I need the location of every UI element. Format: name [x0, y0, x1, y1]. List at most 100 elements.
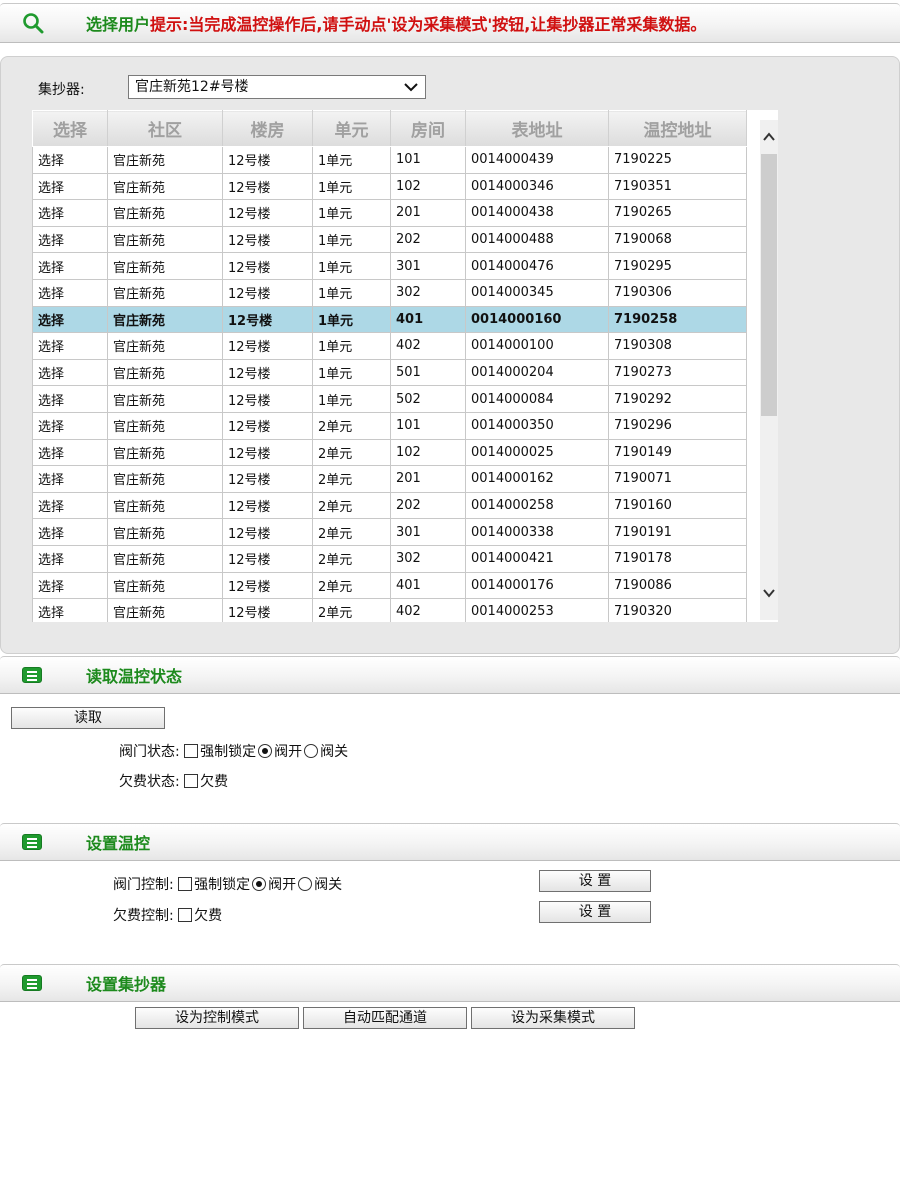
cell-building: 12号楼 [222, 598, 313, 622]
valve-status-option-closed[interactable]: 阀关 [304, 741, 348, 761]
table-row[interactable]: 选择 官庄新苑 12号楼 1单元 101 0014000439 7190225 [32, 146, 747, 174]
closed-radio[interactable] [304, 744, 319, 758]
table-row[interactable]: 选择 官庄新苑 12号楼 1单元 102 0014000346 7190351 [32, 173, 747, 201]
table-row[interactable]: 选择 官庄新苑 12号楼 2单元 301 0014000338 7190191 [32, 518, 747, 546]
table-row[interactable]: 选择 官庄新苑 12号楼 2单元 302 0014000421 7190178 [32, 545, 747, 573]
table-row[interactable]: 选择 官庄新苑 12号楼 1单元 401 0014000160 7190258 [32, 306, 747, 334]
cell-meter-address: 0014000345 [465, 279, 609, 307]
table-row[interactable]: 选择 官庄新苑 12号楼 2单元 202 0014000258 7190160 [32, 492, 747, 520]
cell-thermostat-address: 7190292 [608, 385, 747, 413]
valve-control-option-closed[interactable]: 阀关 [298, 874, 342, 894]
arrears-status-option[interactable]: 欠费 [184, 771, 228, 791]
table-scrollbar[interactable] [760, 120, 778, 620]
table-row[interactable]: 选择 官庄新苑 12号楼 1单元 501 0014000204 7190273 [32, 359, 747, 387]
table-row[interactable]: 选择 官庄新苑 12号楼 2单元 402 0014000253 7190320 [32, 598, 747, 622]
column-header-building[interactable]: 楼房 [222, 110, 313, 147]
open-label: 阀开 [268, 877, 297, 893]
column-header-unit[interactable]: 单元 [312, 110, 391, 147]
select-link[interactable]: 选择 [32, 332, 108, 360]
table-row[interactable]: 选择 官庄新苑 12号楼 1单元 502 0014000084 7190292 [32, 385, 747, 413]
set-valve-button[interactable]: 设 置 [539, 870, 651, 892]
header-title: 选择用户提示:当完成温控操作后,请手动点'设为采集模式'按钮,让集抄器正常采集数… [86, 11, 706, 35]
cell-thermostat-address: 7190225 [608, 146, 747, 174]
arrears-label: 欠费 [194, 908, 223, 924]
column-header-select[interactable]: 选择 [32, 110, 108, 147]
auto-match-channel-button[interactable]: 自动匹配通道 [303, 1007, 467, 1029]
select-link[interactable]: 选择 [32, 226, 108, 254]
valve-status-option-locked[interactable]: 强制锁定 [184, 741, 256, 761]
control-mode-button[interactable]: 设为控制模式 [135, 1007, 299, 1029]
table-row[interactable]: 选择 官庄新苑 12号楼 1单元 402 0014000100 7190308 [32, 332, 747, 360]
set-arrears-button[interactable]: 设 置 [539, 901, 651, 923]
menu-list-icon [22, 834, 42, 850]
select-link[interactable]: 选择 [32, 465, 108, 493]
select-link[interactable]: 选择 [32, 492, 108, 520]
table-row[interactable]: 选择 官庄新苑 12号楼 2单元 401 0014000176 7190086 [32, 572, 747, 600]
column-header-community[interactable]: 社区 [107, 110, 223, 147]
table-row[interactable]: 选择 官庄新苑 12号楼 2单元 102 0014000025 7190149 [32, 439, 747, 467]
open-radio[interactable] [252, 877, 267, 891]
valve-control-option-open[interactable]: 阀开 [252, 874, 296, 894]
cell-unit: 1单元 [312, 252, 391, 280]
cell-community: 官庄新苑 [107, 598, 223, 622]
closed-radio[interactable] [298, 877, 313, 891]
select-link[interactable]: 选择 [32, 252, 108, 280]
arrears-control-option[interactable]: 欠费 [178, 905, 222, 925]
cell-room: 201 [390, 199, 466, 227]
select-link[interactable]: 选择 [32, 306, 108, 334]
cell-community: 官庄新苑 [107, 252, 223, 280]
closed-label: 阀关 [314, 877, 343, 893]
arrears-checkbox[interactable] [178, 908, 193, 922]
cell-unit: 1单元 [312, 332, 391, 360]
locked-checkbox[interactable] [178, 877, 193, 891]
select-link[interactable]: 选择 [32, 199, 108, 227]
select-link[interactable]: 选择 [32, 545, 108, 573]
column-header-meter-address[interactable]: 表地址 [465, 110, 609, 147]
cell-room: 202 [390, 226, 466, 254]
locked-label: 强制锁定 [200, 744, 257, 760]
collector-select[interactable]: 官庄新苑12#号楼 [128, 75, 426, 99]
table-row[interactable]: 选择 官庄新苑 12号楼 1单元 302 0014000345 7190306 [32, 279, 747, 307]
valve-status-option-open[interactable]: 阀开 [258, 741, 302, 761]
select-link[interactable]: 选择 [32, 439, 108, 467]
scroll-thumb[interactable] [761, 154, 777, 416]
select-link[interactable]: 选择 [32, 385, 108, 413]
read-button[interactable]: 读取 [11, 707, 165, 729]
select-link[interactable]: 选择 [32, 518, 108, 546]
select-link[interactable]: 选择 [32, 279, 108, 307]
cell-building: 12号楼 [222, 385, 313, 413]
locked-checkbox[interactable] [184, 744, 199, 758]
column-header-thermostat-address[interactable]: 温控地址 [608, 110, 747, 147]
cell-thermostat-address: 7190160 [608, 492, 747, 520]
scroll-up-icon[interactable] [760, 124, 778, 150]
select-link[interactable]: 选择 [32, 598, 108, 622]
scroll-down-icon[interactable] [760, 580, 778, 606]
select-link[interactable]: 选择 [32, 359, 108, 387]
select-link[interactable]: 选择 [32, 173, 108, 201]
cell-thermostat-address: 7190296 [608, 412, 747, 440]
column-header-room[interactable]: 房间 [390, 110, 466, 147]
read-status-header: 读取温控状态 [0, 656, 900, 694]
arrears-checkbox[interactable] [184, 774, 199, 788]
select-link[interactable]: 选择 [32, 146, 108, 174]
cell-room: 101 [390, 146, 466, 174]
table-row[interactable]: 选择 官庄新苑 12号楼 1单元 301 0014000476 7190295 [32, 252, 747, 280]
collect-mode-button[interactable]: 设为采集模式 [471, 1007, 635, 1029]
cell-community: 官庄新苑 [107, 279, 223, 307]
table-row[interactable]: 选择 官庄新苑 12号楼 1单元 201 0014000438 7190265 [32, 199, 747, 227]
table-row[interactable]: 选择 官庄新苑 12号楼 2单元 101 0014000350 7190296 [32, 412, 747, 440]
cell-building: 12号楼 [222, 199, 313, 227]
select-link[interactable]: 选择 [32, 412, 108, 440]
cell-meter-address: 0014000350 [465, 412, 609, 440]
cell-meter-address: 0014000160 [465, 306, 609, 334]
select-link[interactable]: 选择 [32, 572, 108, 600]
set-thermostat-header: 设置温控 [0, 823, 900, 861]
cell-unit: 2单元 [312, 439, 391, 467]
valve-status-row: 阀门状态: 强制锁定 阀开 阀关 [119, 741, 350, 761]
valve-control-option-locked[interactable]: 强制锁定 [178, 874, 250, 894]
table-row[interactable]: 选择 官庄新苑 12号楼 2单元 201 0014000162 7190071 [32, 465, 747, 493]
chevron-down-icon [404, 83, 418, 92]
open-radio[interactable] [258, 744, 273, 758]
table-row[interactable]: 选择 官庄新苑 12号楼 1单元 202 0014000488 7190068 [32, 226, 747, 254]
cell-thermostat-address: 7190295 [608, 252, 747, 280]
